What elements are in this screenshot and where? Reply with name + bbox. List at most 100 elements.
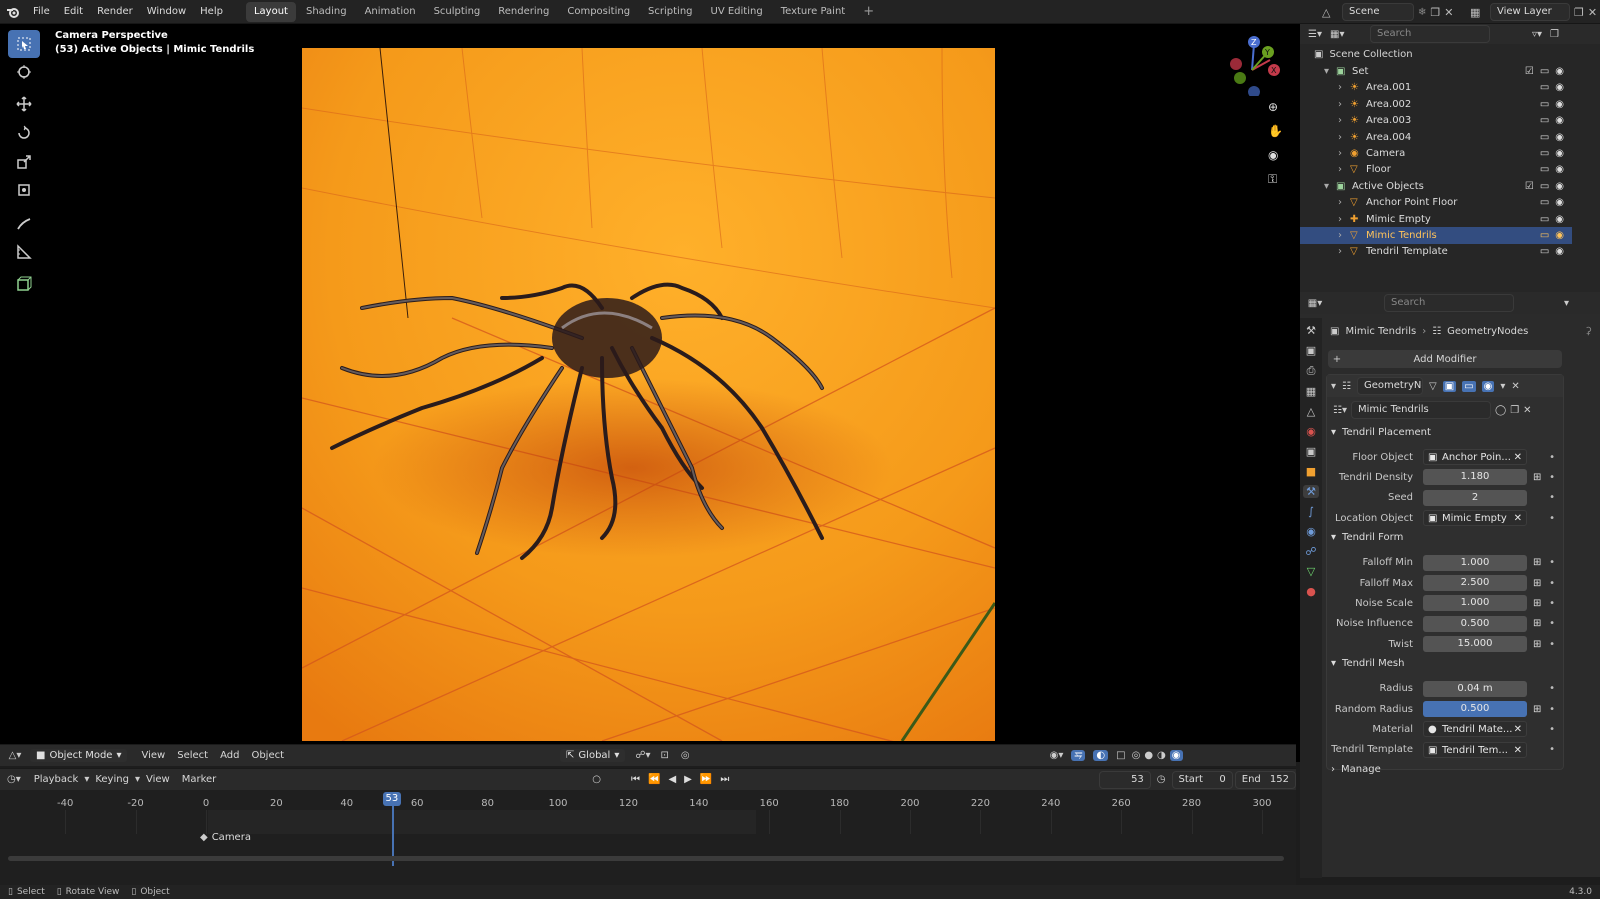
tab-uv-editing[interactable]: UV Editing — [703, 2, 771, 22]
outliner-row[interactable]: › ☀ Area.001 ▭ ◉ — [1300, 79, 1572, 96]
number-field[interactable]: 2 — [1423, 489, 1527, 506]
panel-header[interactable]: ▾ Tendril Mesh — [1331, 655, 1583, 673]
node-group-field[interactable]: Mimic Tendrils — [1350, 401, 1491, 419]
chevron-down-icon[interactable]: ▾ — [1564, 298, 1569, 309]
3d-viewport[interactable]: Camera Perspective (53) Active Objects |… — [0, 24, 1324, 762]
lock-camera-icon[interactable]: ⚿ — [1268, 172, 1284, 188]
outliner-row[interactable]: › ☀ Area.004 ▭ ◉ — [1300, 129, 1572, 146]
jump-start-icon[interactable]: ⏮ — [631, 774, 640, 785]
view-layer-field[interactable]: View Layer — [1490, 3, 1570, 21]
scene-collection-row[interactable]: ▣ Scene Collection — [1314, 46, 1413, 63]
tab-scripting[interactable]: Scripting — [640, 2, 700, 22]
render-visibility-icon[interactable]: ◉ — [1555, 115, 1564, 126]
outliner-row[interactable]: › ▽ Tendril Template ▭ ◉ — [1300, 243, 1572, 260]
attribute-toggle-icon[interactable]: ⊞ — [1533, 618, 1541, 629]
panel-header[interactable]: ▾ Tendril Form — [1331, 529, 1583, 547]
properties-search-input[interactable]: Search — [1384, 294, 1514, 312]
camera-marker[interactable]: ◆ Camera — [200, 832, 251, 843]
clear-icon[interactable]: ✕ — [1514, 511, 1522, 527]
viewport-visibility-icon[interactable]: ▭ — [1540, 66, 1549, 77]
viewport-toggle-icon[interactable]: ▭ — [1462, 380, 1476, 392]
render-visibility-icon[interactable]: ◉ — [1555, 246, 1564, 257]
add-cube-tool[interactable] — [8, 270, 40, 298]
clear-icon[interactable]: ✕ — [1514, 450, 1522, 466]
select-box-tool[interactable] — [8, 30, 40, 58]
number-field[interactable]: 1.180 — [1423, 469, 1527, 486]
material-shading-icon[interactable]: ◑ — [1157, 750, 1166, 761]
unlink-icon[interactable]: ✕ — [1523, 405, 1531, 416]
timeline-menu-keying[interactable]: Keying — [89, 774, 135, 785]
render-toggle-icon[interactable]: ◉ — [1481, 380, 1495, 392]
clear-icon[interactable]: ✕ — [1514, 743, 1522, 759]
tab-layout[interactable]: Layout — [245, 1, 296, 22]
properties-editor-icon[interactable]: ▦▾ — [1300, 298, 1330, 309]
viewport-menu-view[interactable]: View — [135, 750, 171, 761]
navigation-gizmo[interactable]: Z Y X — [1224, 30, 1282, 96]
viewport-menu-select[interactable]: Select — [171, 750, 214, 761]
new-scene-icon[interactable]: ❐ — [1430, 6, 1440, 19]
viewport-visibility-icon[interactable]: ▭ — [1540, 164, 1549, 175]
current-frame-field[interactable]: 53 — [1099, 770, 1151, 789]
keyframe-dot-icon[interactable]: • — [1549, 724, 1555, 735]
number-field[interactable]: 1.000 — [1423, 554, 1527, 571]
world-tab-icon[interactable]: ◉ — [1306, 425, 1316, 438]
view-layer-tab-icon[interactable]: ▦ — [1306, 385, 1316, 398]
duplicate-icon[interactable]: ❐ — [1510, 405, 1519, 416]
keyframe-dot-icon[interactable]: • — [1549, 744, 1555, 755]
node-tree-icon[interactable]: ☷▾ — [1333, 405, 1347, 416]
manage-panel-header[interactable]: › Manage — [1331, 760, 1583, 778]
timeline-area[interactable]: -40 -20 0 20 40 60 80 100 120 140 160 180 200 220 240 2… — [0, 790, 1296, 885]
outliner-row[interactable]: › ☀ Area.003 ▭ ◉ — [1300, 112, 1572, 129]
outliner-row[interactable]: › ☀ Area.002 ▭ ◉ — [1300, 96, 1572, 113]
number-field[interactable]: 1.000 — [1423, 595, 1527, 612]
timeline-scrollbar[interactable] — [8, 856, 1284, 861]
chevron-right-icon[interactable]: › — [1338, 82, 1350, 93]
clock-icon[interactable]: ◷ — [1157, 774, 1166, 785]
menu-file[interactable]: File — [26, 0, 57, 24]
menu-render[interactable]: Render — [90, 0, 140, 24]
keyframe-dot-icon[interactable]: • — [1549, 618, 1555, 629]
render-visibility-icon[interactable]: ◉ — [1555, 82, 1564, 93]
viewport-visibility-icon[interactable]: ▭ — [1540, 246, 1549, 257]
render-visibility-icon[interactable]: ◉ — [1555, 148, 1564, 159]
new-collection-icon[interactable]: ❐ — [1550, 29, 1559, 40]
keyframe-dot-icon[interactable]: • — [1549, 639, 1555, 650]
keyframe-dot-icon[interactable]: • — [1549, 472, 1555, 483]
timeline-editor-icon[interactable]: ◷▾ — [0, 774, 28, 785]
outliner-row[interactable]: › ✚ Mimic Empty ▭ ◉ — [1300, 211, 1572, 228]
timeline-menu-marker[interactable]: Marker — [176, 774, 223, 785]
tab-rendering[interactable]: Rendering — [490, 2, 557, 22]
play-reverse-icon[interactable]: ◀ — [668, 774, 676, 785]
pivot-icon[interactable]: ☍▾ — [635, 750, 650, 761]
edit-mode-toggle-icon[interactable]: ▽ — [1429, 381, 1437, 392]
filter-icon[interactable]: ▿▾ — [1532, 29, 1542, 40]
keyframe-dot-icon[interactable]: • — [1549, 578, 1555, 589]
pin-icon[interactable]: ⚳ — [1585, 326, 1592, 337]
tab-sculpting[interactable]: Sculpting — [426, 2, 489, 22]
chevron-right-icon[interactable]: › — [1338, 99, 1350, 110]
keyframe-dot-icon[interactable]: • — [1549, 557, 1555, 568]
xray-icon[interactable]: □ — [1116, 750, 1125, 761]
attribute-toggle-icon[interactable]: ⊞ — [1533, 578, 1541, 589]
visibility-icon[interactable]: ◉▾ — [1050, 750, 1064, 761]
chevron-down-icon[interactable]: ▾ — [1324, 181, 1336, 192]
outliner-editor-icon[interactable]: ☰▾ — [1300, 29, 1330, 40]
output-tab-icon[interactable]: ⎙ — [1307, 364, 1316, 378]
menu-window[interactable]: Window — [140, 0, 193, 24]
particles-tab-icon[interactable]: ∫ — [1308, 505, 1314, 518]
tab-animation[interactable]: Animation — [357, 2, 424, 22]
material-tab-icon[interactable]: ● — [1306, 585, 1316, 598]
object-mode-dropdown[interactable]: ■ Object Mode ▾ — [30, 749, 128, 762]
transform-orientation-dropdown[interactable]: ⇱ Global ▾ — [560, 749, 626, 762]
start-frame-field[interactable]: Start 0 — [1171, 770, 1233, 789]
physics-tab-icon[interactable]: ◉ — [1306, 525, 1316, 538]
object-tab-icon[interactable]: ■ — [1306, 465, 1316, 478]
display-mode-icon[interactable]: ▦▾ — [1330, 29, 1354, 40]
scale-tool[interactable] — [8, 148, 40, 176]
outliner-row[interactable]: › ▽ Floor ▭ ◉ — [1300, 161, 1572, 178]
outliner-row[interactable]: ▾ ▣ Active Objects ☑ ▭ ◉ — [1300, 178, 1572, 195]
scene-tab-icon[interactable]: △ — [1307, 405, 1315, 418]
timeline-ruler[interactable]: -40 -20 0 20 40 60 80 100 120 140 160 180 200 220 240 2… — [0, 790, 1296, 834]
object-field[interactable]: ▣ Mimic Empty ✕ — [1423, 510, 1527, 527]
viewport-menu-add[interactable]: Add — [214, 750, 245, 761]
